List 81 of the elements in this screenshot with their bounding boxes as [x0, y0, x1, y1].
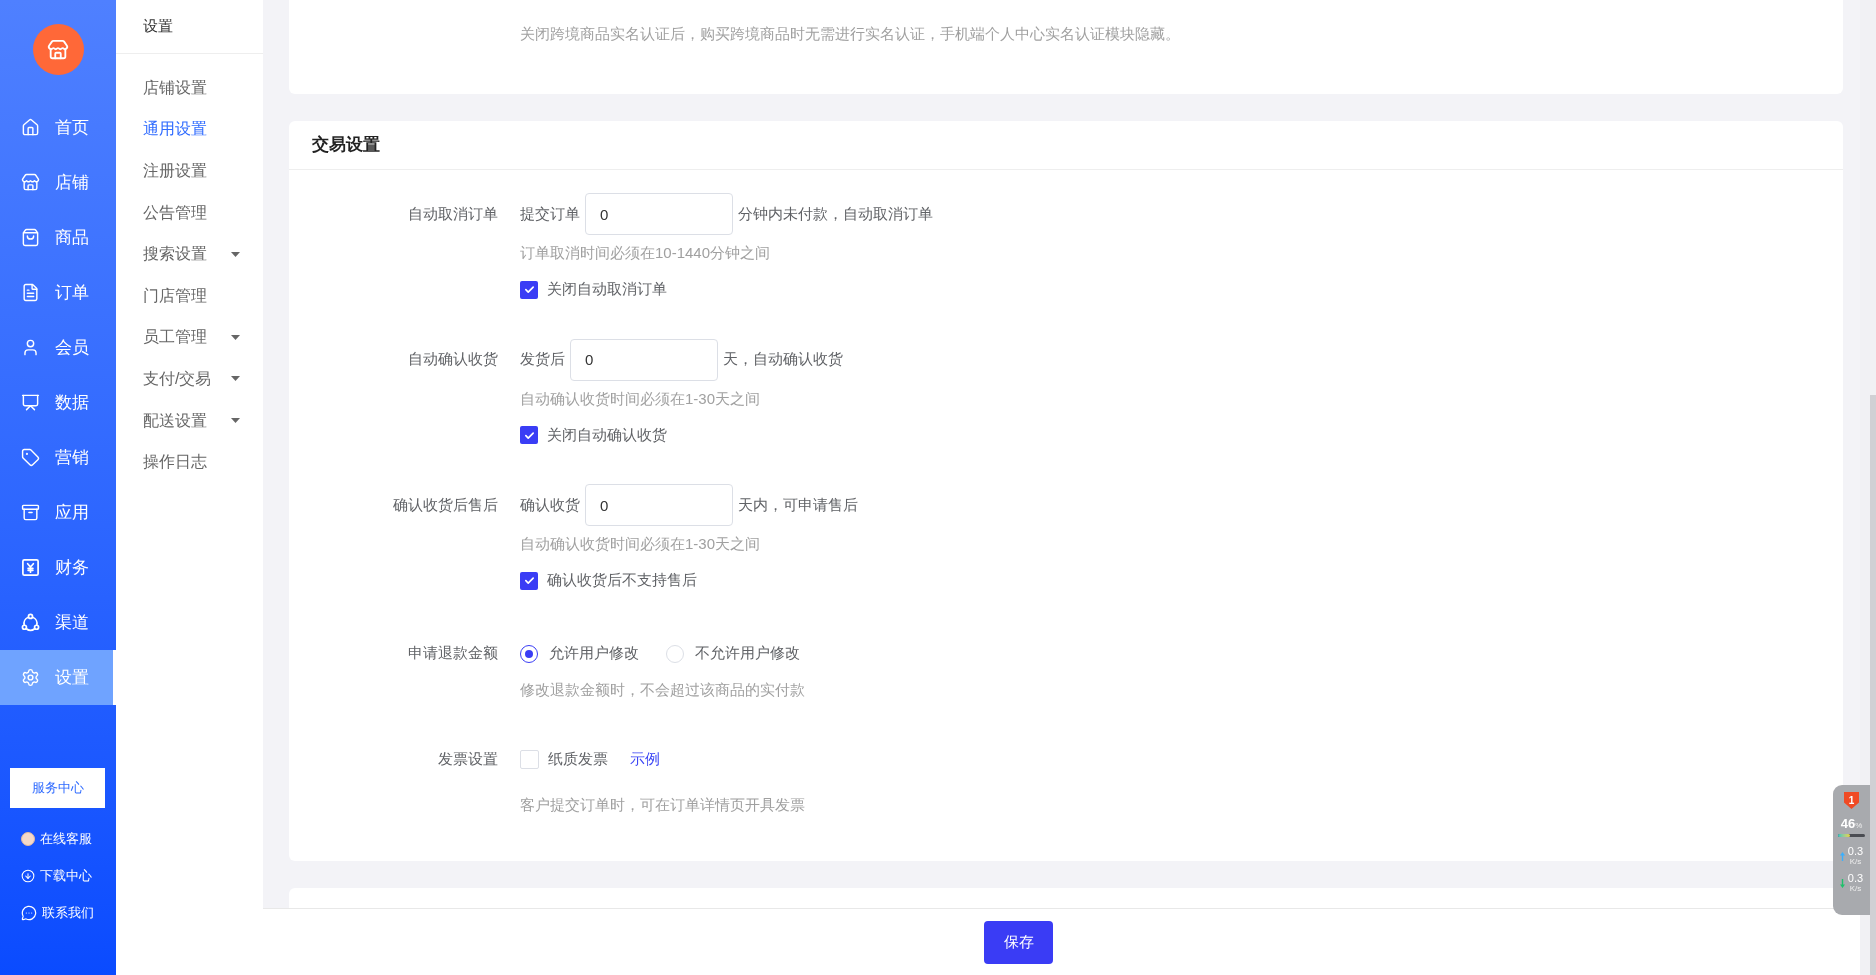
chart-board-icon — [21, 393, 40, 412]
hint-text: 自动确认收货时间必须在1-30天之间 — [520, 388, 761, 409]
radio-option[interactable]: 不允许用户修改 — [666, 642, 800, 665]
hint-text: 自动确认收货时间必须在1-30天之间 — [520, 534, 761, 554]
nav-item[interactable]: 财务 — [0, 540, 116, 595]
sidebar-link[interactable]: 联系我们 — [21, 903, 94, 923]
caret-down-icon — [231, 376, 240, 382]
submenu-item[interactable]: 通用设置 — [116, 108, 263, 151]
memory-percent: 46 — [1840, 817, 1856, 830]
store-logo-icon[interactable] — [32, 24, 84, 75]
nav-item[interactable]: 店铺 — [0, 155, 116, 210]
suffix-text: 天内，可申请售后 — [738, 494, 858, 515]
nav-item[interactable]: 应用 — [0, 485, 116, 540]
chat-icon — [21, 905, 37, 921]
user-icon — [21, 338, 40, 357]
field-label: 发票设置 — [438, 748, 498, 769]
number-input[interactable]: 0 — [585, 484, 733, 526]
checkbox-option[interactable]: 关闭自动取消订单 — [520, 279, 667, 300]
caret-down-icon — [231, 334, 240, 340]
submenu-title: 设置 — [143, 16, 173, 37]
archive-icon — [21, 503, 40, 522]
field-label: 确认收货后售后 — [393, 494, 498, 515]
hint-text: 修改退款金额时，不会超过该商品的实付款 — [520, 679, 805, 700]
caret-down-icon — [231, 418, 240, 424]
field-label: 申请退款金额 — [408, 643, 498, 664]
checkbox-option[interactable]: 纸质发票 — [520, 749, 608, 769]
submenu-item[interactable]: 配送设置 — [116, 399, 263, 442]
checkbox-option[interactable]: 确认收货后不支持售后 — [520, 570, 697, 591]
hint-text: 订单取消时间必须在10-1440分钟之间 — [520, 243, 771, 263]
suffix-text: 分钟内未付款，自动取消订单 — [738, 203, 933, 224]
tag-icon — [21, 448, 40, 467]
up-arrow-icon — [1839, 851, 1845, 861]
bag-icon — [21, 228, 40, 247]
nav-item[interactable]: 营销 — [0, 430, 116, 485]
prefix-text: 提交订单 — [520, 203, 580, 224]
hint-text: 关闭跨境商品实名认证后，购买跨境商品时无需进行实名认证，手机端个人中心实名认证模块隐藏。 — [520, 24, 1180, 44]
sidebar-link[interactable]: 下载中心 — [21, 866, 92, 886]
submenu-item[interactable]: 员工管理 — [116, 316, 263, 359]
store-icon — [21, 173, 40, 192]
sidebar-link[interactable]: 在线客服 — [21, 829, 92, 849]
checkbox-option[interactable]: 关闭自动确认收货 — [520, 425, 667, 445]
nav-item[interactable]: 订单 — [0, 265, 116, 320]
hint-text: 客户提交订单时，可在订单详情页开具发票 — [520, 795, 805, 815]
shield-badge: 1 — [1844, 792, 1859, 809]
nav-item[interactable]: 商品 — [0, 210, 116, 265]
settings-icon — [21, 668, 40, 687]
percent-unit: % — [1855, 822, 1863, 830]
submenu-item[interactable]: 搜索设置 — [116, 233, 263, 275]
caret-down-icon — [231, 251, 240, 257]
nav-item[interactable]: 会员 — [0, 320, 116, 375]
field-label: 自动确认收货 — [408, 349, 498, 370]
upload-speed: 0.3 — [1847, 846, 1864, 857]
save-button[interactable]: 保存 — [984, 920, 1053, 964]
submenu-item[interactable]: 公告管理 — [116, 191, 263, 234]
yen-icon — [21, 558, 40, 577]
number-input[interactable]: 0 — [570, 338, 718, 381]
submenu-item[interactable]: 操作日志 — [116, 441, 263, 483]
download-speed: 0.3 — [1847, 873, 1864, 884]
service-center-button[interactable]: 服务中心 — [10, 768, 105, 808]
prefix-text: 发货后 — [520, 349, 565, 370]
example-link[interactable]: 示例 — [630, 747, 660, 771]
submenu-item[interactable]: 店铺设置 — [116, 67, 263, 109]
scrollbar-thumb[interactable] — [1870, 395, 1876, 975]
nav-item[interactable]: 首页 — [0, 100, 116, 155]
number-input[interactable]: 0 — [585, 193, 733, 235]
nav-item[interactable]: 渠道 — [0, 595, 116, 650]
avatar-icon — [21, 832, 35, 846]
submenu-item[interactable]: 支付/交易 — [116, 358, 263, 400]
radio-option[interactable]: 允许用户修改 — [520, 642, 639, 665]
nav-item[interactable]: 数据 — [0, 375, 116, 430]
prefix-text: 确认收货 — [520, 494, 580, 515]
field-label: 自动取消订单 — [408, 203, 498, 224]
home-icon — [21, 118, 40, 137]
suffix-text: 天，自动确认收货 — [723, 349, 843, 370]
submenu-item[interactable]: 注册设置 — [116, 150, 263, 192]
download-icon — [21, 869, 35, 883]
ring-nodes-icon — [21, 613, 40, 632]
down-arrow-icon — [1839, 878, 1845, 888]
document-icon — [21, 283, 40, 302]
section-title: 交易设置 — [312, 134, 380, 157]
submenu-item[interactable]: 门店管理 — [116, 274, 263, 317]
